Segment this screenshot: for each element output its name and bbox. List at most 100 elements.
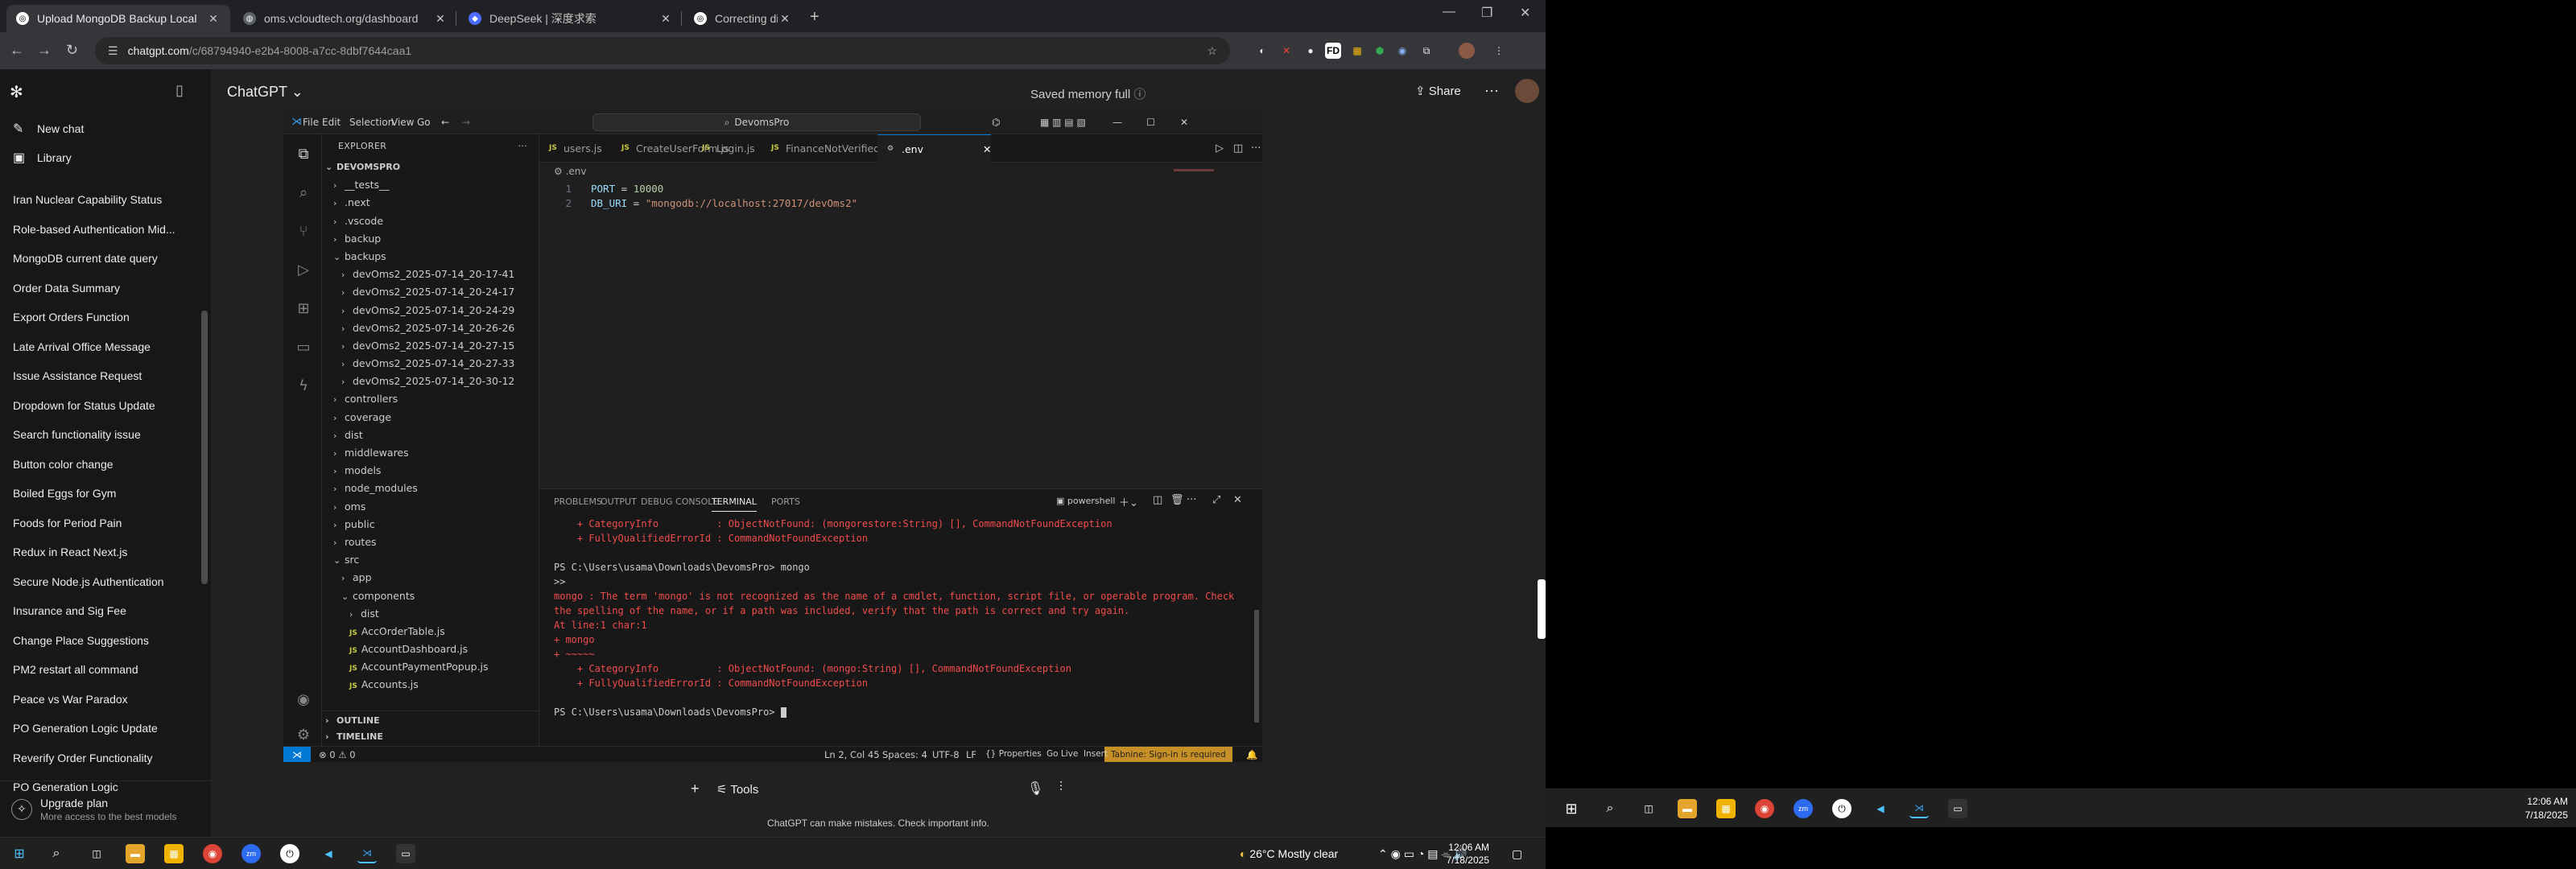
tree-folder[interactable]: ⌄ backups [322, 248, 539, 266]
editor-tab[interactable]: JS users.js [539, 134, 602, 163]
kill-terminal-icon[interactable]: 🗑 [1170, 494, 1184, 506]
language-mode-label[interactable]: {} Properties [985, 749, 1042, 759]
close-icon[interactable]: ✕ [1180, 117, 1188, 128]
split-editor-icon[interactable]: ◫ [1233, 142, 1243, 154]
close-icon[interactable]: ✕ [206, 12, 221, 26]
tree-folder[interactable]: › .next [322, 194, 539, 212]
more-options-icon[interactable]: ··· [1484, 82, 1499, 99]
bell-icon[interactable]: 🔔 [1246, 749, 1257, 760]
maximize-panel-icon[interactable]: ⤢ [1212, 494, 1220, 506]
browser-tab[interactable]: ◆ DeepSeek | 深度求索 ✕ [459, 5, 683, 32]
menu-item[interactable]: Go [417, 117, 431, 128]
minimize-icon[interactable]: — [1443, 5, 1455, 19]
tree-folder[interactable]: › public [322, 516, 539, 533]
chat-history-item[interactable]: Boiled Eggs for Gym [0, 479, 201, 509]
incognito-extension-icon[interactable]: ◐ [1254, 43, 1270, 59]
split-terminal-icon[interactable]: ◫ [1153, 494, 1162, 506]
chrome-icon[interactable]: ◉ [203, 844, 222, 863]
file-explorer-icon[interactable]: ▬ [126, 844, 145, 863]
problems-count[interactable]: ⊗ 0 ⚠ 0 [319, 749, 356, 760]
menu-item[interactable]: File [303, 117, 319, 128]
encoding[interactable]: UTF-8 [932, 749, 960, 760]
terminal-icon[interactable]: ▭ [396, 844, 415, 863]
reload-icon[interactable]: ↻ [66, 42, 78, 59]
tools-button[interactable]: ⚟ Tools [716, 782, 758, 797]
command-center-search[interactable]: ⌕ DevomsPro [592, 113, 921, 131]
back-arrow-icon[interactable]: ← [441, 117, 449, 128]
chat-history-item[interactable]: Change Place Suggestions [0, 626, 201, 656]
secondary-taskbar-clock[interactable]: 12:06 AM 7/18/2025 [2525, 795, 2568, 822]
terminal-icon[interactable]: ▭ [1948, 799, 1967, 818]
tree-folder[interactable]: › middlewares [322, 444, 539, 462]
tree-file[interactable]: JS Accounts.js [322, 676, 539, 694]
close-icon[interactable]: ✕ [980, 143, 991, 155]
model-selector[interactable]: ChatGPT ⌄ [227, 84, 303, 101]
tree-folder[interactable]: › app [322, 569, 539, 587]
vscode-icon[interactable]: ⋊ [1909, 799, 1929, 818]
profile-avatar-icon[interactable] [1459, 43, 1475, 59]
restore-icon[interactable]: ❐ [1481, 5, 1492, 21]
zoom-icon[interactable]: zm [242, 844, 261, 863]
menu-item[interactable]: View [391, 117, 414, 128]
tree-file[interactable]: JS AccountPaymentPopup.js [322, 658, 539, 676]
forward-arrow-icon[interactable]: → [462, 117, 470, 128]
account-icon[interactable]: ◉ [295, 691, 312, 709]
tree-folder[interactable]: › coverage [322, 409, 539, 426]
site-info-icon[interactable]: ☰ [108, 44, 118, 58]
terminal-shell[interactable]: ▣ powershell [1056, 496, 1115, 506]
manage-gear-icon[interactable]: ⚙ [295, 727, 312, 744]
tree-folder[interactable]: › devOms2_2025-07-14_20-27-15 [322, 337, 539, 355]
green-extension-icon[interactable]: ◉ [1394, 43, 1410, 59]
editor-tab[interactable]: ⚙ .env ✕ [877, 134, 992, 163]
tabnine-status[interactable]: Tabnine: Sign-in is required [1104, 747, 1232, 762]
tree-folder[interactable]: › controllers [322, 390, 539, 408]
go-live-button[interactable]: Go Live [1046, 749, 1078, 759]
tree-folder[interactable]: › devOms2_2025-07-14_20-26-26 [322, 319, 539, 337]
tree-folder[interactable]: › backup [322, 230, 539, 248]
file-explorer-icon[interactable]: ▬ [1678, 799, 1697, 818]
store-icon[interactable]: ▦ [164, 844, 184, 863]
browser-tab[interactable]: ◎ Correcting distributor logic in ✕ [684, 5, 802, 32]
badge-extension-icon[interactable]: ▦ [1349, 43, 1365, 59]
menu-item[interactable]: Edit [322, 117, 341, 128]
app-icon[interactable]: ⏻ [1832, 799, 1852, 818]
windows-start-icon[interactable]: ⊞ [1562, 799, 1581, 818]
run-icon[interactable]: ▷ [1216, 142, 1224, 154]
vscode-alt-icon[interactable]: ◀ [1871, 799, 1890, 818]
notification-icon[interactable]: ▢ [1512, 847, 1522, 861]
voice-mode-icon[interactable]: ⫶ [1059, 780, 1063, 795]
terminal-output[interactable]: + CategoryInfo : ObjectNotFound: (mongor… [554, 517, 1238, 719]
browser-menu-icon[interactable]: ⋮ [1491, 43, 1507, 59]
tree-folder[interactable]: › __tests__ [322, 176, 539, 194]
cursor-position[interactable]: Ln 2, Col 45 [824, 749, 880, 760]
sidebar-toggle-icon[interactable]: ▯ [175, 82, 184, 99]
search-icon[interactable]: ⌕ [1600, 799, 1620, 818]
tree-folder[interactable]: › devOms2_2025-07-14_20-24-29 [322, 302, 539, 319]
tree-folder[interactable]: › devOms2_2025-07-14_20-17-41 [322, 266, 539, 283]
close-icon[interactable]: ✕ [778, 12, 792, 26]
tree-folder[interactable]: › oms [322, 498, 539, 516]
chat-history-item[interactable]: Redux in React Next.js [0, 537, 201, 567]
chat-history-item[interactable]: Button color change [0, 450, 201, 480]
panel-tab[interactable]: DEBUG CONSOLE [641, 496, 718, 507]
maximize-icon[interactable]: ☐ [1146, 117, 1155, 128]
taskbar-clock[interactable]: 12:06 AM 7/18/2025 [1447, 841, 1489, 867]
more-actions-icon[interactable]: ··· [518, 134, 527, 159]
minimize-icon[interactable]: — [1113, 117, 1122, 128]
new-tab-button[interactable]: + [810, 8, 819, 27]
chat-history-item[interactable]: Foods for Period Pain [0, 509, 201, 538]
chat-history-item[interactable]: Export Orders Function [0, 303, 201, 332]
chat-history-item[interactable]: Secure Node.js Authentication [0, 567, 201, 597]
extensions-puzzle-icon[interactable]: ⧉ [1418, 43, 1435, 59]
tree-folder[interactable]: › devOms2_2025-07-14_20-27-33 [322, 355, 539, 373]
address-bar[interactable]: ☰ chatgpt.com/c/68794940-e2b4-8008-a7cc-… [95, 37, 1230, 64]
timeline-section[interactable]: › TIMELINE [325, 728, 383, 746]
chat-history-item[interactable]: Peace vs War Paradox [0, 685, 201, 715]
share-button[interactable]: ⇪ Share [1415, 84, 1461, 98]
weather-widget[interactable]: ◐ 26°C Mostly clear [1240, 847, 1338, 860]
task-view-icon[interactable]: ◫ [1639, 799, 1658, 818]
explorer-icon[interactable]: ⧉ [295, 146, 312, 163]
close-panel-icon[interactable]: ✕ [1233, 494, 1242, 506]
add-attachment-icon[interactable]: + [691, 780, 700, 797]
terminal-scrollbar[interactable] [1254, 610, 1259, 723]
